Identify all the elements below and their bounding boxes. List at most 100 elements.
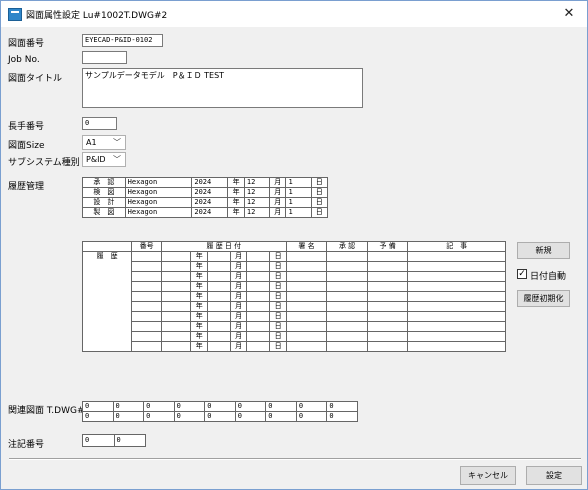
related-drawing-input[interactable]: 0 [326,401,358,412]
history-month-input[interactable] [206,251,231,262]
approval-day-input[interactable]: 1 [285,207,312,218]
history-year-input[interactable] [160,301,192,312]
related-drawing-input[interactable]: 0 [265,401,297,412]
history-month-input[interactable] [206,301,231,312]
history-day-input[interactable] [246,311,271,322]
history-day-input[interactable] [246,271,271,282]
history-note-input[interactable] [407,341,506,352]
new-button[interactable]: 新規 [517,242,570,259]
history-spare-input[interactable] [366,271,409,282]
note-number-input[interactable]: 0 [82,434,115,447]
history-number-input[interactable] [131,261,162,272]
related-drawing-input[interactable]: 0 [234,411,267,422]
history-month-input[interactable] [206,341,231,352]
history-month-input[interactable] [206,271,231,282]
history-number-input[interactable] [131,321,162,332]
history-month-input[interactable] [206,261,231,272]
related-drawing-input[interactable]: 0 [204,411,236,422]
history-signature-input[interactable] [285,301,328,312]
history-day-input[interactable] [246,281,271,292]
history-approval-input[interactable] [326,321,368,332]
approval-year-input[interactable]: 2024 [191,197,229,208]
history-spare-input[interactable] [366,331,409,342]
approval-month-input[interactable]: 12 [243,197,271,208]
drawing-title-textarea[interactable]: サンプルデータモデル P＆ＩＤ TEST [82,68,363,108]
history-signature-input[interactable] [285,341,328,352]
history-signature-input[interactable] [285,261,328,272]
history-spare-input[interactable] [366,341,409,352]
history-spare-input[interactable] [366,321,409,332]
history-signature-input[interactable] [285,291,328,302]
approval-year-input[interactable]: 2024 [191,177,229,188]
history-note-input[interactable] [407,321,506,332]
approval-year-input[interactable]: 2024 [191,187,229,198]
approval-name-input[interactable]: Hexagon [124,187,193,198]
history-month-input[interactable] [206,281,231,292]
drawing-number-input[interactable]: EYECAD-P&ID-0102 [82,34,163,47]
history-signature-input[interactable] [285,271,328,282]
related-drawing-input[interactable]: 0 [173,401,206,412]
history-day-input[interactable] [246,331,271,342]
history-number-input[interactable] [131,301,162,312]
approval-name-input[interactable]: Hexagon [124,197,193,208]
history-spare-input[interactable] [366,261,409,272]
related-drawing-input[interactable]: 0 [295,411,328,422]
history-approval-input[interactable] [326,291,368,302]
history-approval-input[interactable] [326,251,368,262]
long-number-input[interactable]: 0 [82,117,117,130]
related-drawing-input[interactable]: 0 [112,401,145,412]
approval-day-input[interactable]: 1 [285,177,312,188]
approval-name-input[interactable]: Hexagon [124,207,193,218]
related-drawing-input[interactable]: 0 [82,411,114,422]
approval-month-input[interactable]: 12 [243,207,271,218]
history-month-input[interactable] [206,321,231,332]
history-month-input[interactable] [206,291,231,302]
history-signature-input[interactable] [285,321,328,332]
history-note-input[interactable] [407,301,506,312]
history-number-input[interactable] [131,311,162,322]
close-icon[interactable]: ✕ [557,4,581,24]
history-approval-input[interactable] [326,331,368,342]
history-day-input[interactable] [246,251,271,262]
history-approval-input[interactable] [326,261,368,272]
history-note-input[interactable] [407,291,506,302]
history-year-input[interactable] [160,271,192,282]
history-signature-input[interactable] [285,281,328,292]
history-number-input[interactable] [131,271,162,282]
history-year-input[interactable] [160,341,192,352]
ok-button[interactable]: 設定 [526,466,582,485]
subsystem-select[interactable]: P&ID ﹀ [82,152,126,167]
history-note-input[interactable] [407,261,506,272]
history-spare-input[interactable] [366,281,409,292]
approval-name-input[interactable]: Hexagon [124,177,193,188]
history-number-input[interactable] [131,281,162,292]
related-drawing-input[interactable]: 0 [82,401,114,412]
related-drawing-input[interactable]: 0 [112,411,145,422]
history-approval-input[interactable] [326,281,368,292]
auto-date-checkbox[interactable]: ✓ [517,269,527,279]
history-month-input[interactable] [206,311,231,322]
history-approval-input[interactable] [326,301,368,312]
approval-day-input[interactable]: 1 [285,187,312,198]
approval-month-input[interactable]: 12 [243,187,271,198]
history-spare-input[interactable] [366,251,409,262]
history-day-input[interactable] [246,301,271,312]
related-drawing-input[interactable]: 0 [234,401,267,412]
history-approval-input[interactable] [326,311,368,322]
related-drawing-input[interactable]: 0 [295,401,328,412]
history-spare-input[interactable] [366,301,409,312]
history-note-input[interactable] [407,271,506,282]
history-signature-input[interactable] [285,251,328,262]
drawing-size-select[interactable]: A1 ﹀ [82,135,126,150]
history-note-input[interactable] [407,311,506,322]
history-number-input[interactable] [131,331,162,342]
history-spare-input[interactable] [366,311,409,322]
history-approval-input[interactable] [326,271,368,282]
related-drawing-input[interactable]: 0 [265,411,297,422]
history-day-input[interactable] [246,261,271,272]
history-day-input[interactable] [246,321,271,332]
history-year-input[interactable] [160,251,192,262]
history-note-input[interactable] [407,331,506,342]
related-drawing-input[interactable]: 0 [173,411,206,422]
approval-month-input[interactable]: 12 [243,177,271,188]
